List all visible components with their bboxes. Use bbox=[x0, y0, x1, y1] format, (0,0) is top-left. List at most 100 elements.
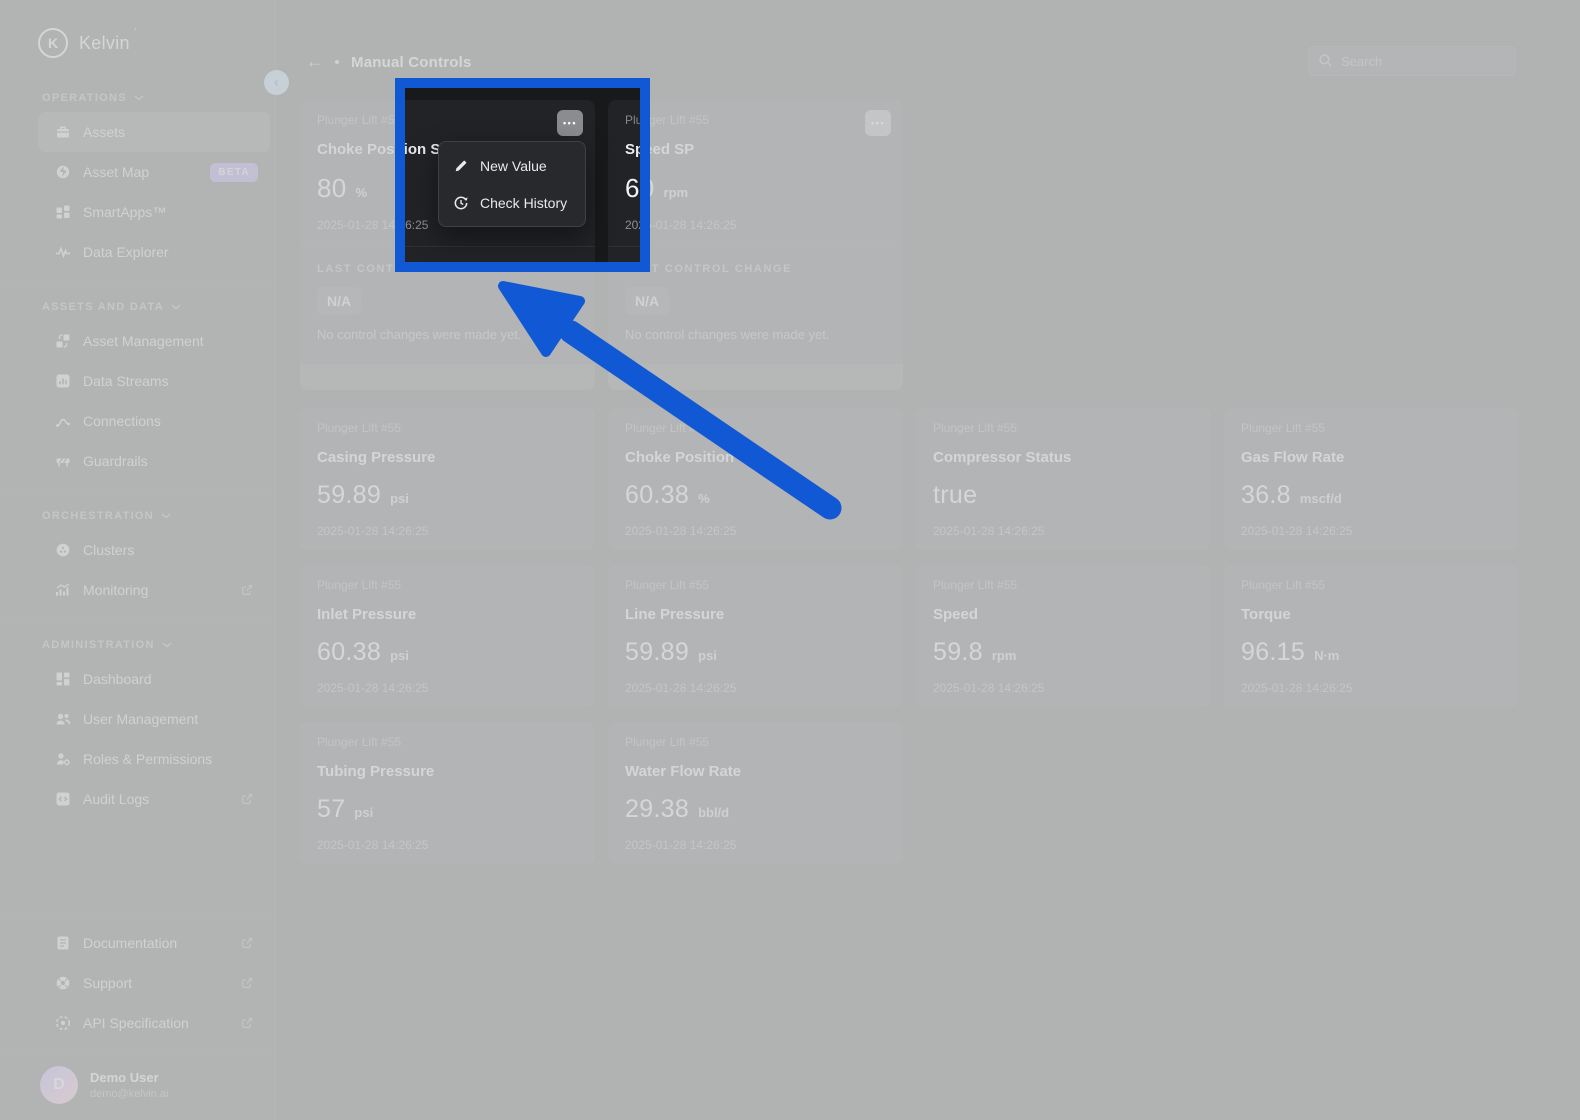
metric-card-inlet-pressure: Plunger Lift #55 Inlet Pressure 60.38 psi… bbox=[300, 565, 595, 707]
brand-logo[interactable]: K Kelvin ˙ bbox=[0, 0, 275, 68]
brand-name: Kelvin bbox=[79, 32, 130, 53]
card-title: Torque bbox=[1241, 606, 1291, 623]
card-footer-bar bbox=[300, 364, 595, 390]
sidebar-item-asset-management[interactable]: Asset Management bbox=[38, 321, 270, 361]
sidebar-item-guardrails[interactable]: Guardrails bbox=[38, 441, 270, 481]
sidebar-item-data-streams[interactable]: Data Streams bbox=[38, 361, 270, 401]
card-value: 57 bbox=[317, 795, 346, 823]
sidebar-item-clusters[interactable]: Clusters bbox=[38, 530, 270, 570]
card-asset-label: Plunger Lift #55 bbox=[933, 421, 1018, 435]
chevron-down-icon bbox=[171, 304, 181, 310]
card-unit: N·m bbox=[1314, 648, 1340, 663]
guardrails-icon bbox=[54, 452, 72, 470]
card-unit: bbl/d bbox=[698, 805, 730, 820]
card-asset-label: Plunger Lift #55 bbox=[317, 578, 402, 592]
clusters-icon bbox=[54, 541, 72, 559]
sidebar-item-user-management[interactable]: User Management bbox=[38, 699, 270, 739]
sidebar-item-label: Asset Management bbox=[83, 333, 204, 349]
user-name: Demo User bbox=[90, 1070, 159, 1085]
kelvin-logo-icon: K bbox=[38, 28, 68, 58]
sidebar-item-roles-permissions[interactable]: Roles & Permissions bbox=[38, 739, 270, 779]
back-arrow-icon[interactable]: ← bbox=[306, 52, 323, 72]
sidebar-item-support[interactable]: Support bbox=[38, 963, 270, 1003]
card-timestamp: 2025-01-28 14:26:25 bbox=[1241, 681, 1353, 695]
sidebar-footer-links: Documentation Support API Specification bbox=[0, 914, 275, 1043]
card-title: Speed bbox=[933, 606, 979, 623]
sidebar-item-data-explorer[interactable]: Data Explorer bbox=[38, 232, 270, 272]
card-title: Casing Pressure bbox=[317, 449, 436, 466]
history-icon bbox=[453, 195, 469, 211]
breadcrumb-dot bbox=[335, 60, 339, 64]
card-menu-button[interactable]: ••• bbox=[865, 110, 891, 136]
external-link-icon bbox=[240, 792, 254, 806]
section-header-operations[interactable]: OPERATIONS bbox=[0, 88, 275, 112]
status-badge: N/A bbox=[625, 287, 670, 315]
card-timestamp: 2025-01-28 14:26:25 bbox=[933, 681, 1045, 695]
card-timestamp: 2025-01-28 14:26:25 bbox=[1241, 524, 1353, 538]
chevron-down-icon bbox=[161, 513, 171, 519]
assets-icon bbox=[54, 123, 72, 141]
page-title: Manual Controls bbox=[351, 53, 472, 71]
sidebar-section-operations: OPERATIONS Assets Asset Map BETA SmartAp… bbox=[0, 76, 275, 272]
user-management-icon bbox=[54, 710, 72, 728]
sidebar-item-label: Guardrails bbox=[83, 453, 148, 469]
menu-item-new-value[interactable]: New Value bbox=[439, 147, 585, 184]
sidebar-item-label: SmartApps™ bbox=[83, 204, 167, 220]
data-streams-icon bbox=[54, 372, 72, 390]
sidebar-item-label: Assets bbox=[83, 124, 126, 140]
control-card-speed-sp: Plunger Lift #55 Speed SP 60 rpm 2025-01… bbox=[608, 100, 903, 390]
card-asset-label: Plunger Lift #55 bbox=[625, 578, 710, 592]
card-menu-button[interactable]: ••• bbox=[557, 110, 583, 136]
sidebar-item-connections[interactable]: Connections bbox=[38, 401, 270, 441]
user-account-row[interactable]: D Demo User demo@kelvin.ai bbox=[0, 1053, 275, 1120]
card-value: 60.38 bbox=[317, 638, 382, 666]
card-timestamp: 2025-01-28 14:26:25 bbox=[317, 524, 429, 538]
sidebar-item-audit-logs[interactable]: Audit Logs bbox=[38, 779, 270, 819]
menu-item-label: Check History bbox=[480, 194, 568, 211]
section-header-orchestration[interactable]: ORCHESTRATION bbox=[0, 506, 275, 530]
asset-map-icon bbox=[54, 163, 72, 181]
card-title: Inlet Pressure bbox=[317, 606, 417, 623]
sidebar-item-label: Support bbox=[83, 975, 133, 991]
card-value: true bbox=[933, 481, 978, 509]
chevron-left-icon: ‹ bbox=[274, 74, 279, 91]
sidebar-item-assets[interactable]: Assets bbox=[38, 112, 270, 152]
sidebar-item-monitoring[interactable]: Monitoring bbox=[38, 570, 270, 610]
section-header-assets-and-data[interactable]: ASSETS AND DATA bbox=[0, 297, 275, 321]
card-value: 80 bbox=[317, 173, 347, 203]
metric-card-compressor-status: Plunger Lift #55 Compressor Status true … bbox=[916, 408, 1211, 550]
sidebar-item-label: Data Explorer bbox=[83, 244, 169, 260]
section-header-administration[interactable]: ADMINISTRATION bbox=[0, 635, 275, 659]
card-unit: rpm bbox=[663, 185, 689, 200]
metric-card-torque: Plunger Lift #55 Torque 96.15 N·m 2025-01… bbox=[1224, 565, 1519, 707]
sidebar-item-documentation[interactable]: Documentation bbox=[38, 923, 270, 963]
sidebar-item-smartapps[interactable]: SmartApps™ bbox=[38, 192, 270, 232]
sidebar-item-api-specification[interactable]: API Specification bbox=[38, 1003, 270, 1043]
card-timestamp: 2025-01-28 14:26:25 bbox=[625, 218, 737, 232]
control-change-note: No control changes were made yet. bbox=[317, 327, 522, 342]
search-icon bbox=[1318, 53, 1333, 68]
sidebar-collapse-button[interactable]: ‹ bbox=[264, 70, 289, 95]
card-asset-label: Plunger Lift #55 bbox=[625, 113, 710, 127]
card-title: Compressor Status bbox=[933, 449, 1072, 466]
api-specification-icon bbox=[54, 1014, 72, 1032]
sidebar-section-administration: ADMINISTRATION Dashboard User Management… bbox=[0, 622, 275, 819]
menu-item-label: New Value bbox=[480, 157, 547, 174]
search-input[interactable] bbox=[1308, 46, 1516, 76]
card-timestamp: 2025-01-28 14:26:25 bbox=[317, 681, 429, 695]
sidebar-item-asset-map[interactable]: Asset Map BETA bbox=[38, 152, 270, 192]
sidebar-item-dashboard[interactable]: Dashboard bbox=[38, 659, 270, 699]
card-value: 60 bbox=[625, 173, 655, 203]
card-asset-label: Plunger Lift #55 bbox=[1241, 578, 1326, 592]
menu-item-check-history[interactable]: Check History bbox=[439, 184, 585, 221]
data-explorer-icon bbox=[54, 243, 72, 261]
card-unit: mscf/d bbox=[1299, 491, 1342, 506]
card-value: 59.89 bbox=[625, 638, 690, 666]
card-asset-label: Plunger Lift #55 bbox=[317, 113, 402, 127]
ellipsis-icon: ••• bbox=[563, 118, 577, 128]
user-email: demo@kelvin.ai bbox=[90, 1088, 169, 1100]
control-change-note: No control changes were made yet. bbox=[625, 327, 830, 342]
metric-cards-row: Plunger Lift #55 Tubing Pressure 57 psi 2… bbox=[300, 722, 1580, 864]
card-value: 60.38 bbox=[625, 481, 690, 509]
connections-icon bbox=[54, 412, 72, 430]
